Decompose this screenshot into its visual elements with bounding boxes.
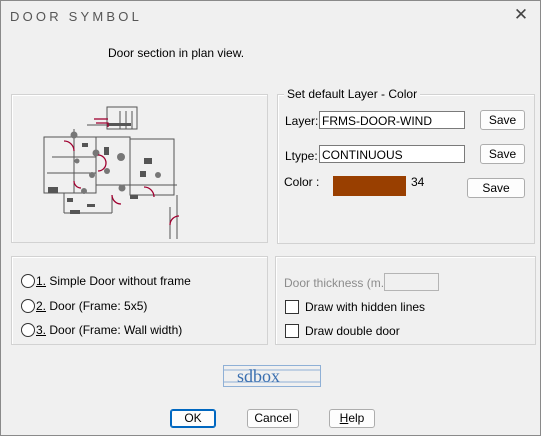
option-3-label[interactable]: 3. Door (Frame: Wall width) — [36, 323, 182, 337]
help-button[interactable]: Help — [329, 409, 375, 428]
option-2-label[interactable]: 2. Door (Frame: 5x5) — [36, 299, 147, 313]
window-title: DOOR SYMBOL — [10, 9, 142, 24]
description-text: Door section in plan view. — [108, 46, 245, 60]
layer-input[interactable]: FRMS-DOOR-WIND — [319, 111, 465, 129]
door-thickness-label: Door thickness (m.): — [284, 276, 392, 290]
option-1-text: Simple Door without frame — [46, 274, 191, 288]
ltype-label: Ltype: — [285, 149, 318, 163]
layer-save-button[interactable]: Save — [480, 110, 525, 130]
hidden-lines-checkbox[interactable] — [285, 300, 299, 314]
color-label: Color : — [284, 175, 320, 189]
option-3-text: Door (Frame: Wall width) — [46, 323, 183, 337]
ok-button[interactable]: OK — [170, 409, 216, 428]
floor-plan-preview — [43, 106, 180, 239]
sdbox-logo: sdbox — [223, 365, 321, 387]
option-1-label[interactable]: 1. Simple Door without frame — [36, 274, 191, 288]
option-3-radio[interactable] — [21, 323, 35, 337]
close-icon[interactable]: ✕ — [512, 6, 530, 24]
door-preview-panel — [11, 94, 268, 243]
logo-text: sdbox — [237, 366, 280, 386]
option-1-radio[interactable] — [21, 274, 35, 288]
option-2-text: Door (Frame: 5x5) — [46, 299, 148, 313]
color-save-button[interactable]: Save — [467, 178, 525, 198]
color-index: 34 — [411, 175, 425, 189]
color-swatch[interactable] — [333, 176, 406, 196]
door-thickness-input[interactable] — [384, 273, 439, 291]
layer-label: Layer: — [285, 114, 319, 128]
layer-group-title: Set default Layer - Color — [284, 87, 421, 101]
door-symbol-dialog: DOOR SYMBOL ✕ Door section in plan view. — [0, 0, 541, 436]
double-door-checkbox[interactable] — [285, 324, 299, 338]
double-door-label: Draw double door — [305, 324, 400, 338]
help-text: elp — [348, 411, 365, 425]
title-bar: DOOR SYMBOL ✕ — [1, 1, 540, 31]
ltype-save-button[interactable]: Save — [480, 144, 525, 164]
ltype-input[interactable]: CONTINUOUS — [319, 145, 465, 163]
cancel-button[interactable]: Cancel — [247, 409, 299, 428]
option-2-number: 2. — [36, 299, 47, 313]
option-2-radio[interactable] — [21, 299, 35, 313]
option-1-number: 1. — [36, 274, 47, 288]
hidden-lines-label: Draw with hidden lines — [305, 300, 426, 314]
option-3-number: 3. — [36, 323, 47, 337]
